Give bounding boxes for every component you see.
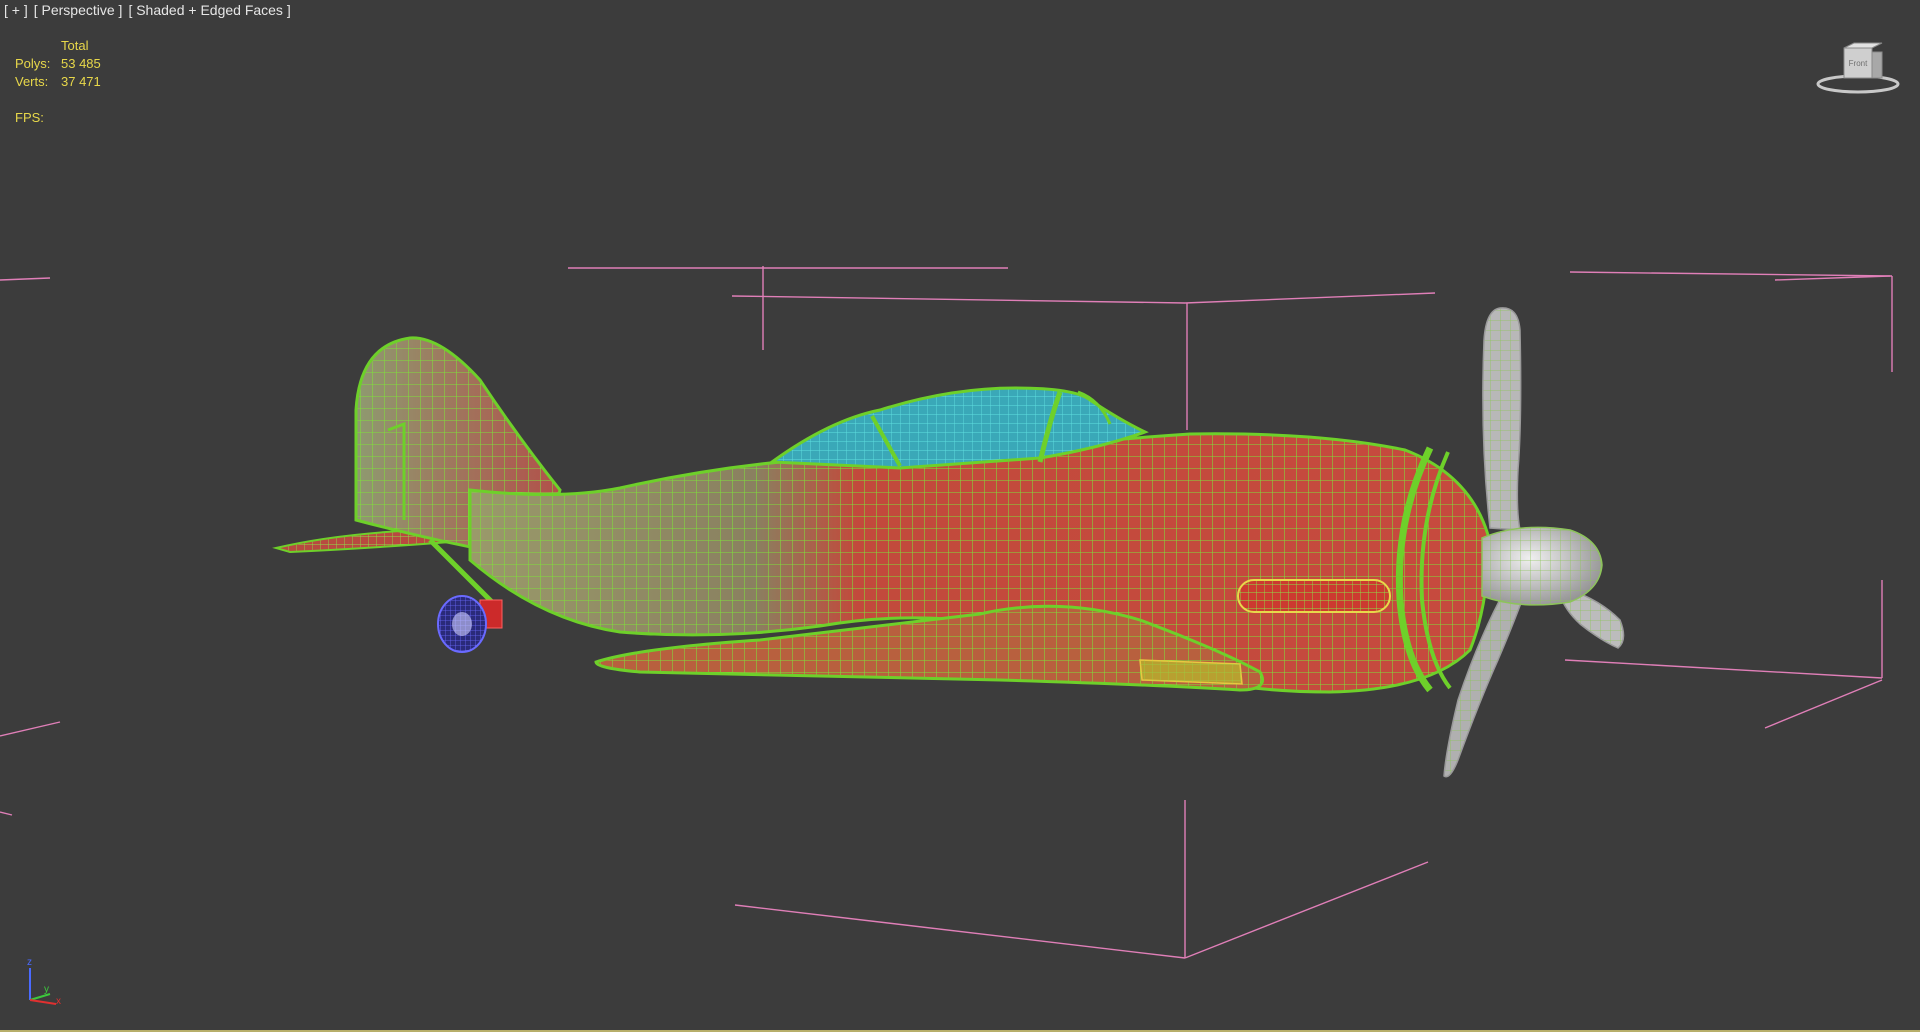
axis-z-label: z (27, 957, 32, 968)
scene-render[interactable] (0, 0, 1920, 1030)
viewcube[interactable]: Front (1812, 40, 1904, 100)
exhaust-pipe (1237, 579, 1391, 613)
axis-x-label: x (56, 996, 61, 1007)
viewcube-icon[interactable]: Front (1812, 40, 1904, 100)
axis-tripod: z y x (20, 952, 70, 1008)
axis-tripod-icon: z y x (27, 957, 61, 1007)
3d-viewport[interactable]: [ + ] [ Perspective ] [ Shaded + Edged F… (0, 0, 1920, 1032)
viewcube-face-label[interactable]: Front (1849, 59, 1868, 68)
axis-y-label: y (44, 984, 49, 995)
